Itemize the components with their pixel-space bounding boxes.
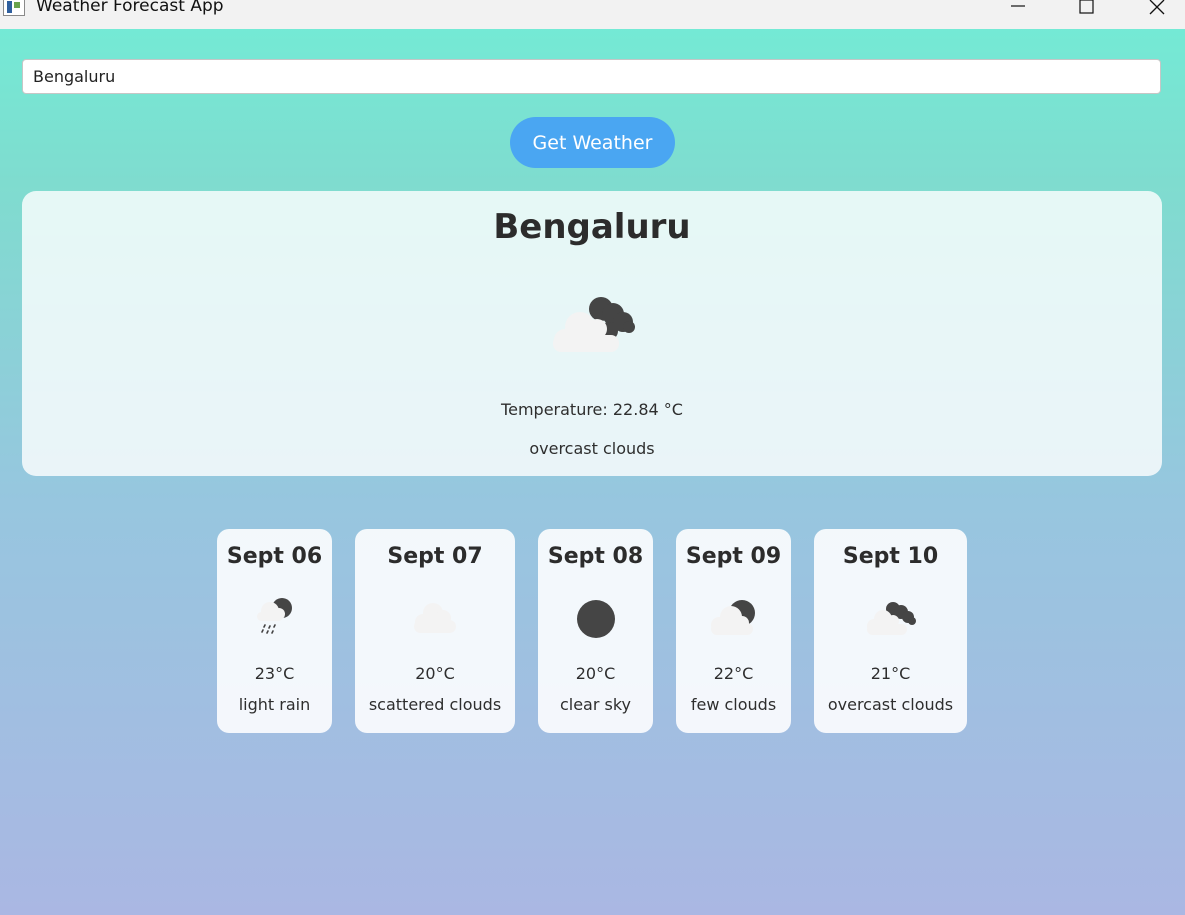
close-icon[interactable]	[1137, 0, 1177, 22]
forecast-card: Sept 06 23°C light rain	[217, 529, 332, 733]
city-name: Bengaluru	[493, 207, 691, 247]
forecast-temp: 22°C	[713, 664, 754, 683]
forecast-date: Sept 09	[685, 544, 782, 569]
forecast-card: Sept 08 20°C clear sky	[538, 529, 653, 733]
forecast-date: Sept 08	[547, 544, 644, 569]
overcast-clouds-icon	[547, 287, 642, 356]
forecast-description: overcast clouds	[827, 695, 954, 714]
forecast-description: clear sky	[559, 695, 632, 714]
forecast-card: Sept 07 20°C scattered clouds	[355, 529, 515, 733]
forecast-description: light rain	[238, 695, 311, 714]
window-title: Weather Forecast App	[36, 0, 224, 16]
city-search-input[interactable]	[22, 59, 1161, 94]
current-description: overcast clouds	[529, 439, 655, 458]
app-icon	[3, 0, 25, 16]
scattered-clouds-icon	[410, 595, 460, 643]
title-bar: Weather Forecast App	[0, 0, 1185, 29]
forecast-card: Sept 10 21°C overcast clouds	[814, 529, 967, 733]
forecast-date: Sept 10	[842, 544, 939, 569]
forecast-date: Sept 07	[387, 544, 483, 569]
forecast-card: Sept 09 22°C few clouds	[676, 529, 791, 733]
forecast-temp: 23°C	[254, 664, 295, 683]
forecast-temp: 20°C	[415, 664, 455, 683]
current-weather-card: Bengaluru Temperature: 22.84 °C overcast…	[22, 191, 1162, 476]
forecast-date: Sept 06	[226, 544, 323, 569]
get-weather-button[interactable]: Get Weather	[510, 117, 675, 168]
maximize-icon[interactable]	[1066, 0, 1106, 22]
forecast-temp: 20°C	[575, 664, 616, 683]
few-clouds-icon	[707, 595, 761, 643]
light-rain-icon	[253, 595, 297, 643]
forecast-temp: 21°C	[870, 664, 911, 683]
minimize-icon[interactable]	[998, 0, 1038, 22]
overcast-clouds-icon	[863, 595, 919, 643]
forecast-description: few clouds	[690, 695, 777, 714]
current-temperature: Temperature: 22.84 °C	[501, 400, 683, 419]
clear-sky-icon	[574, 595, 618, 643]
forecast-description: scattered clouds	[368, 695, 502, 714]
